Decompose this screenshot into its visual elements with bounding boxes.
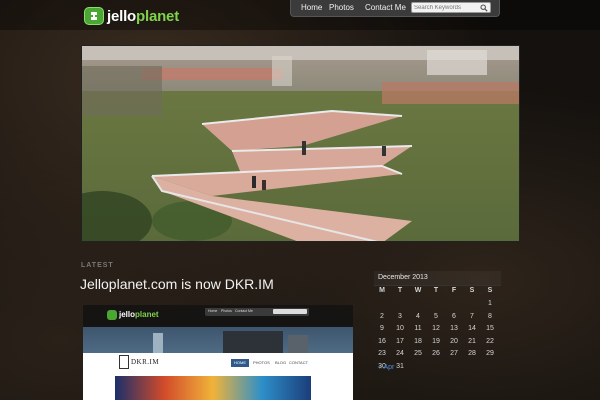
hero-image [81, 45, 520, 242]
calendar-prev-month-link[interactable]: « Apr [378, 364, 394, 371]
calendar-day[interactable]: 27 [446, 350, 462, 357]
nav-photos[interactable]: Photos [329, 3, 354, 12]
thumb-logo-part1: jello [119, 310, 136, 319]
calendar-day[interactable]: 6 [446, 313, 462, 320]
calendar-day[interactable]: 10 [392, 325, 408, 332]
thumb-dkr-nav-photos: PHOTOS [253, 360, 270, 365]
calendar-day[interactable]: 11 [410, 325, 426, 332]
calendar-week-row: 2345678 [374, 313, 501, 323]
logo-mark-icon [84, 7, 104, 25]
thumb-header: jelloplanet Home Photos Contact Me [83, 305, 353, 327]
calendar-day[interactable]: 26 [428, 350, 444, 357]
calendar-month-title: December 2013 [378, 274, 428, 281]
calendar-header: December 2013 [374, 271, 501, 286]
post-title[interactable]: Jelloplanet.com is now DKR.IM [80, 276, 274, 292]
thumb-city-photo [83, 327, 353, 353]
search-box [411, 2, 491, 13]
calendar-day[interactable]: 23 [374, 350, 390, 357]
calendar-week-row: 1 [374, 300, 501, 310]
calendar-day[interactable]: 2 [374, 313, 390, 320]
header-bar: jelloplanet Home Photos Contact Me [0, 0, 600, 30]
calendar-weekday: S [469, 287, 475, 294]
calendar-day[interactable]: 5 [428, 313, 444, 320]
calendar-day[interactable]: 9 [374, 325, 390, 332]
calendar-day[interactable]: 31 [392, 363, 408, 370]
calendar-day[interactable]: 19 [428, 338, 444, 345]
thumb-dkr-nav-contact: CONTACT [289, 360, 309, 365]
section-label-latest: LATEST [81, 262, 114, 269]
calendar-day[interactable]: 22 [482, 338, 498, 345]
calendar-widget: December 2013 M T W T F S S 1 2 3 4 5 6 7 8 9 10 1… [374, 271, 501, 391]
calendar-day[interactable]: 3 [392, 313, 408, 320]
thumb-building [288, 335, 308, 353]
calendar-day[interactable]: 7 [464, 313, 480, 320]
thumb-building [223, 331, 283, 353]
calendar-day[interactable]: 17 [392, 338, 408, 345]
thumb-dkr-title: DKR.IM [131, 358, 160, 366]
calendar-week-row: 23 24 25 26 27 28 29 [374, 350, 501, 360]
calendar-day[interactable]: 1 [482, 300, 498, 307]
nav-contact-me[interactable]: Contact Me [365, 3, 406, 12]
calendar-day[interactable]: 18 [410, 338, 426, 345]
calendar-day[interactable]: 24 [392, 350, 408, 357]
calendar-day[interactable]: 15 [482, 325, 498, 332]
logo-text-part1: jello [107, 7, 137, 25]
thumb-logo-text: jelloplanet [119, 310, 159, 319]
thumb-dkr-header: DKR.IM HOME PHOTOS BLOG CONTACT [83, 353, 353, 371]
thumb-dkr-body [83, 371, 353, 400]
site-logo[interactable]: jelloplanet [84, 6, 179, 26]
thumb-nav-contact: Contact Me [235, 309, 253, 313]
thumb-logo-part2: planet [135, 310, 159, 319]
calendar-day[interactable]: 16 [374, 338, 390, 345]
calendar-day[interactable]: 4 [410, 313, 426, 320]
calendar-day[interactable]: 28 [464, 350, 480, 357]
thumb-dkr-nav-home: HOME [234, 360, 246, 365]
thumb-nav-home: Home [208, 309, 218, 313]
thumb-nav-photos: Photos [221, 309, 232, 313]
calendar-day[interactable]: 14 [464, 325, 480, 332]
calendar-day[interactable]: 13 [446, 325, 462, 332]
thumb-logo-icon [107, 310, 117, 320]
calendar-week-row: 9 10 11 12 13 14 15 [374, 325, 501, 335]
logo-text: jelloplanet [107, 8, 179, 25]
calendar-weekday: W [414, 287, 422, 294]
calendar-week-row: 16 17 18 19 20 21 22 [374, 338, 501, 348]
thumb-dkr-nav-blog: BLOG [275, 360, 287, 365]
calendar-weekday: S [487, 287, 493, 294]
search-icon[interactable] [480, 4, 488, 12]
logo-text-part2: planet [136, 7, 179, 25]
calendar-weekday: T [433, 287, 439, 294]
thumb-nav: Home Photos Contact Me [205, 308, 309, 316]
thumb-search-box [273, 309, 307, 314]
main-nav: Home Photos Contact Me [290, 0, 500, 17]
calendar-day[interactable]: 12 [428, 325, 444, 332]
thumb-building [153, 333, 163, 353]
calendar-day[interactable]: 8 [482, 313, 498, 320]
calendar-weekday-row: M T W T F S S [374, 287, 501, 297]
post-thumbnail[interactable]: jelloplanet Home Photos Contact Me DKR.I… [83, 305, 353, 400]
calendar-day[interactable]: 20 [446, 338, 462, 345]
calendar-day[interactable]: 21 [464, 338, 480, 345]
tilt-shift-bridge-photo [82, 46, 519, 241]
calendar-weekday: M [379, 287, 385, 294]
thumb-dkr-photo [115, 376, 311, 400]
calendar-day[interactable]: 25 [410, 350, 426, 357]
calendar-weekday: T [397, 287, 403, 294]
calendar-day[interactable]: 29 [482, 350, 498, 357]
thumb-dkr-logo-icon [119, 355, 129, 369]
calendar-weekday: F [451, 287, 457, 294]
search-input[interactable] [414, 3, 480, 12]
nav-home[interactable]: Home [301, 3, 322, 12]
